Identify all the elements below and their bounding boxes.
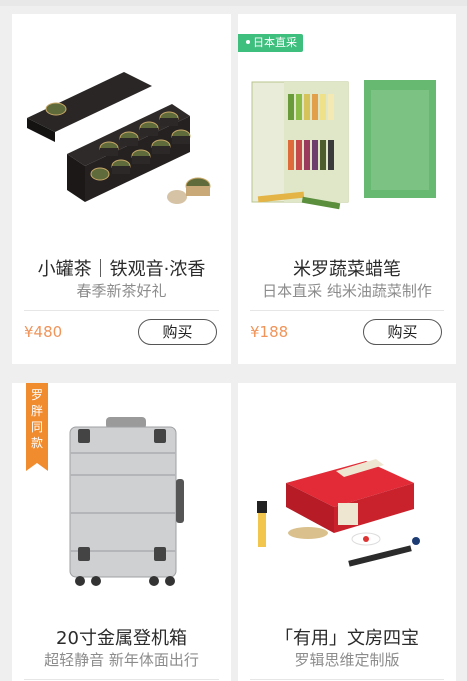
stationery-gift-box-image — [257, 459, 420, 567]
product-title: 米罗蔬菜蜡笔 — [293, 259, 401, 280]
product-title: 小罐茶｜铁观音·浓香 — [37, 259, 206, 280]
product-subtitle: 春季新茶好礼 — [76, 282, 167, 300]
buy-button[interactable]: 购买 — [363, 319, 442, 345]
badge-label: 日本直采 — [253, 36, 297, 49]
origin-badge: 日本直采 — [238, 34, 303, 52]
divider — [250, 679, 444, 680]
badge-char: 罗 — [30, 388, 43, 402]
product-subtitle: 日本直采 纯米油蔬菜制作 — [262, 282, 432, 300]
product-card-crayons[interactable]: 日本直采 米罗蔬菜蜡笔 日本直采 纯米油蔬菜制作 ¥188 购买 — [238, 14, 456, 364]
divider — [250, 310, 444, 311]
product-card-tea[interactable]: 小罐茶｜铁观音·浓香 春季新茶好礼 ¥480 购买 — [12, 14, 231, 364]
tea-gift-box-image — [27, 72, 211, 204]
product-title: 「有用」文房四宝 — [275, 628, 419, 649]
badge-dot-icon — [246, 40, 250, 44]
product-price: ¥188 — [250, 323, 289, 341]
product-title: 20寸金属登机箱 — [56, 628, 187, 649]
buy-button[interactable]: 购买 — [138, 319, 217, 345]
influencer-badge: 罗 胖 同 款 — [26, 383, 48, 471]
product-subtitle: 罗辑思维定制版 — [294, 651, 400, 669]
product-card-stationery[interactable]: 「有用」文房四宝 罗辑思维定制版 — [238, 383, 456, 681]
divider — [24, 310, 219, 311]
product-subtitle: 超轻静音 新年体面出行 — [44, 651, 199, 669]
top-strip — [0, 0, 467, 6]
badge-char: 胖 — [30, 404, 43, 418]
product-card-suitcase[interactable]: 罗 胖 同 款 20寸金属登机箱 超轻静音 新年体面出行 — [12, 383, 231, 681]
divider — [24, 679, 219, 680]
badge-char: 款 — [30, 436, 43, 450]
product-price: ¥480 — [24, 323, 63, 341]
badge-char: 同 — [30, 420, 43, 434]
